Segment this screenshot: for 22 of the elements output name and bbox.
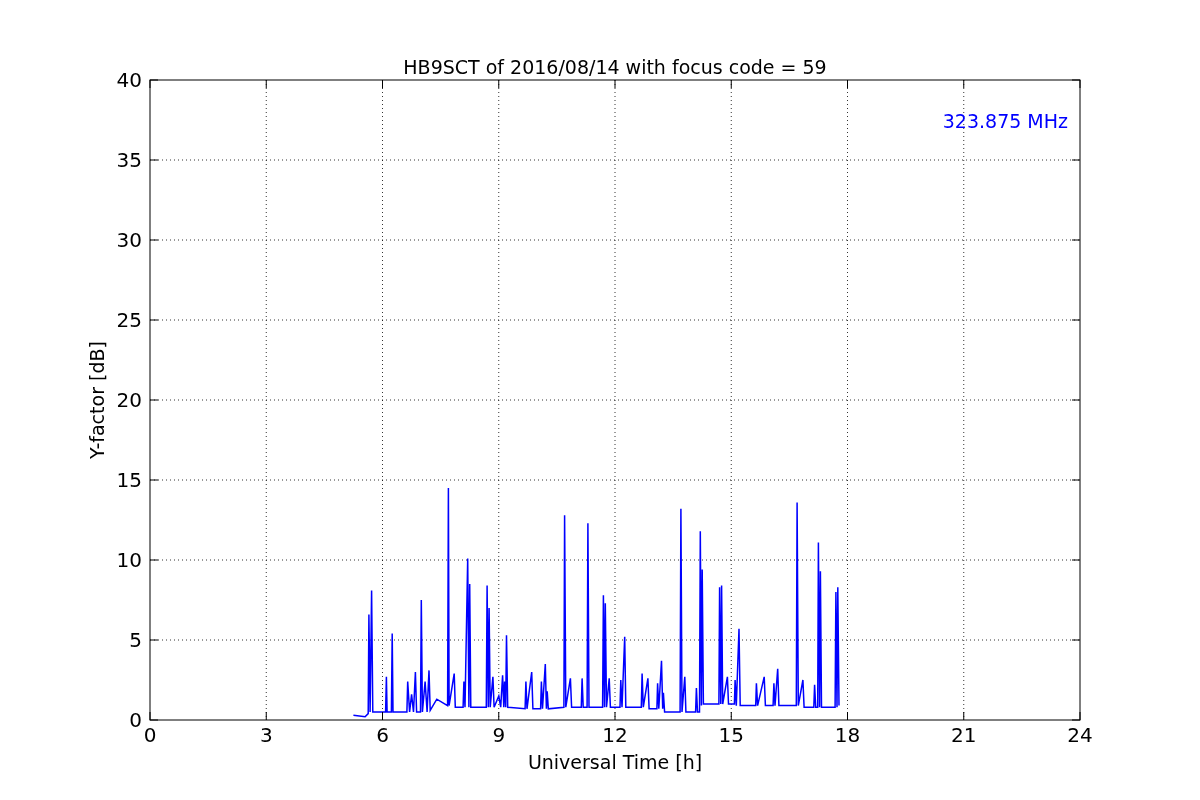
- tick-label: 12: [602, 723, 628, 747]
- x-axis-label: Universal Time [h]: [527, 751, 703, 773]
- tick-label: 0: [129, 708, 142, 732]
- tick-label: 0: [143, 723, 157, 747]
- tick-label: 3: [259, 723, 273, 747]
- tick-label: 18: [834, 723, 861, 747]
- tick-label: 21: [951, 723, 977, 747]
- tick-label: 15: [718, 723, 744, 747]
- tick-label: 9: [492, 723, 506, 747]
- chart-title: HB9SCT of 2016/08/14 with focus code = 59: [403, 56, 827, 78]
- tick-label: 25: [116, 308, 142, 332]
- tick-label: 10: [116, 548, 142, 572]
- tick-label: 5: [129, 628, 142, 652]
- tick-label: 24: [1067, 723, 1093, 747]
- tick-label: 35: [116, 148, 142, 172]
- tick-label: 6: [376, 723, 389, 747]
- tick-label: 20: [116, 388, 142, 412]
- tick-label: 40: [116, 68, 142, 92]
- tick-label: 15: [116, 468, 142, 492]
- tick-label: 30: [116, 228, 142, 252]
- y-axis-label: Y-factor [dB]: [86, 341, 108, 459]
- series-label: 323.875 MHz: [942, 110, 1068, 132]
